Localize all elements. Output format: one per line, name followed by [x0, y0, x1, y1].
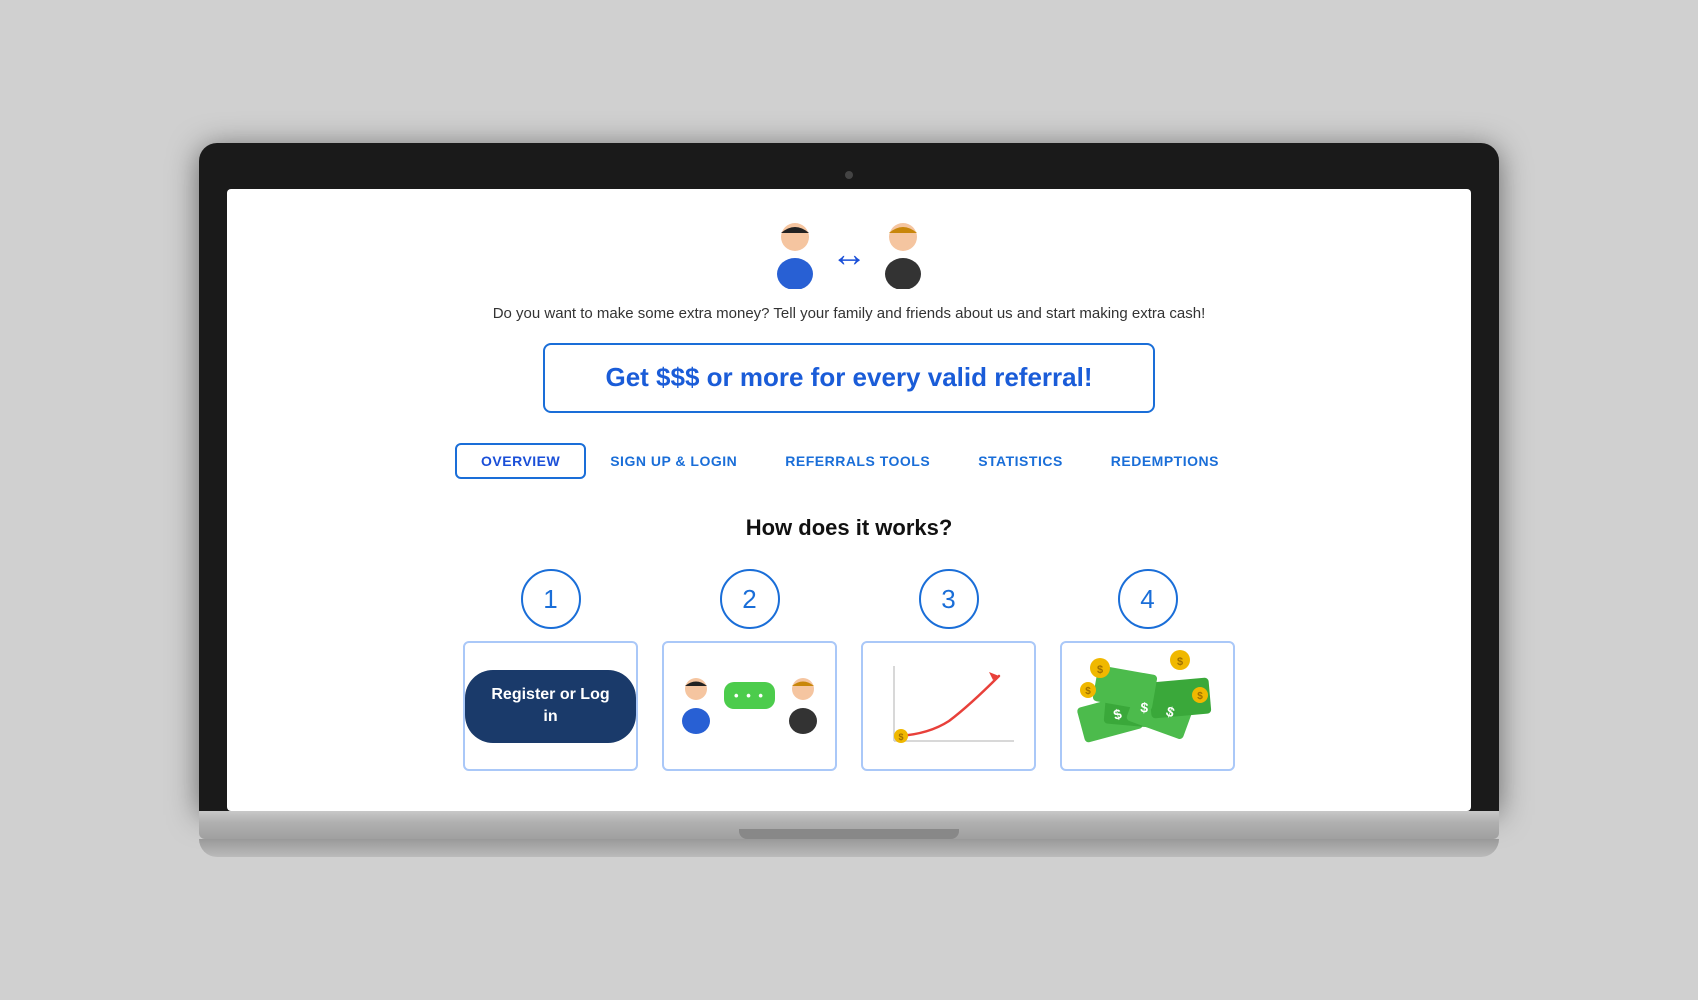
step-3: 3 — [861, 569, 1036, 771]
svg-text:$: $ — [1097, 664, 1103, 676]
page-content: ↔ Do you wan — [227, 189, 1471, 811]
tab-statistics[interactable]: STATISTICS — [954, 445, 1087, 477]
step-1: 1 Register or Log in — [463, 569, 638, 771]
person-right — [877, 219, 929, 289]
step-1-card: Register or Log in — [463, 641, 638, 771]
money-scene: $ $ $ $ $ $ — [1070, 641, 1225, 771]
step-4: 4 $ — [1060, 569, 1235, 771]
steps-row: 1 Register or Log in 2 — [267, 569, 1431, 771]
person-left — [769, 219, 821, 289]
screen-bezel: ↔ Do you wan — [199, 143, 1499, 811]
register-button-illus: Register or Log in — [465, 670, 636, 743]
laptop-base — [199, 811, 1499, 839]
step-2-card: • • • — [662, 641, 837, 771]
nav-tabs: OVERVIEW SIGN UP & LOGIN REFERRALS TOOLS… — [267, 443, 1431, 479]
camera — [845, 171, 853, 179]
step-4-card: $ $ $ $ $ $ — [1060, 641, 1235, 771]
tab-redemptions[interactable]: REDEMPTIONS — [1087, 445, 1243, 477]
growth-chart: $ — [863, 643, 1034, 769]
svg-text:$: $ — [898, 732, 903, 742]
step-2-number: 2 — [720, 569, 780, 629]
tab-signup-login[interactable]: SIGN UP & LOGIN — [586, 445, 761, 477]
laptop-screen: ↔ Do you wan — [227, 189, 1471, 811]
step-4-number: 4 — [1118, 569, 1178, 629]
step-3-card: $ — [861, 641, 1036, 771]
svg-text:$: $ — [1177, 656, 1183, 668]
hero-illustration: ↔ — [267, 219, 1431, 289]
laptop-stand — [199, 839, 1499, 857]
step-1-number: 1 — [521, 569, 581, 629]
step-2: 2 • • • — [662, 569, 837, 771]
tab-referrals-tools[interactable]: REFERRALS TOOLS — [761, 445, 954, 477]
hero-subtitle: Do you want to make some extra money? Te… — [267, 303, 1431, 326]
tab-overview[interactable]: OVERVIEW — [455, 443, 586, 479]
laptop-container: ↔ Do you wan — [199, 143, 1499, 857]
section-title: How does it works? — [267, 515, 1431, 541]
svg-text:$: $ — [1197, 691, 1203, 702]
bidirectional-arrow: ↔ — [831, 233, 867, 275]
chat-scene: • • • — [666, 667, 833, 745]
cta-box: Get $$$ or more for every valid referral… — [543, 343, 1154, 413]
step-3-number: 3 — [919, 569, 979, 629]
cta-text: Get $$$ or more for every valid referral… — [605, 361, 1092, 395]
svg-text:$: $ — [1140, 699, 1149, 716]
svg-text:$: $ — [1085, 686, 1091, 697]
